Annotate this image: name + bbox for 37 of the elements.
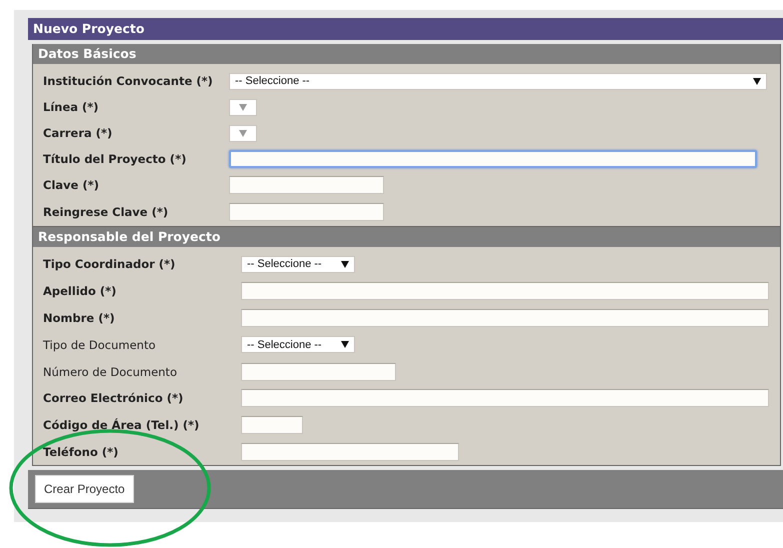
section-title: Datos Básicos — [33, 44, 780, 64]
text-field[interactable] — [241, 442, 459, 461]
dropdown[interactable]: -- Seleccione -- — [241, 336, 355, 354]
text-field[interactable] — [241, 282, 769, 300]
field-label: Institución Convocante (*) — [43, 74, 214, 88]
caret-icon — [239, 130, 247, 136]
field-label: Tipo de Documento — [43, 338, 157, 352]
field-label: Título del Proyecto (*) — [43, 152, 188, 166]
dropdown[interactable]: -- Seleccione -- — [241, 256, 355, 273]
caret-icon — [341, 260, 349, 268]
field-label: Número de Documento — [43, 364, 178, 379]
caret-icon — [239, 104, 247, 110]
dropdown[interactable] — [229, 124, 257, 142]
panel-title: Nuevo Proyecto — [28, 18, 783, 40]
text-field[interactable] — [241, 389, 769, 408]
field-label: Reingrese Clave (*) — [43, 205, 170, 219]
section-title: Responsable del Proyecto — [33, 227, 780, 247]
field-label: Apellido (*) — [43, 284, 118, 298]
field-label: Nombre (*) — [43, 310, 116, 325]
caret-icon — [341, 341, 349, 348]
text-field[interactable] — [241, 308, 769, 327]
text-field[interactable] — [229, 150, 757, 168]
field-label: Correo Electrónico (*) — [43, 391, 184, 406]
field-label: Tipo Coordinador (*) — [43, 257, 176, 272]
text-field[interactable] — [241, 362, 396, 381]
text-field[interactable] — [229, 203, 384, 221]
dropdown[interactable] — [229, 98, 257, 116]
caret-icon — [753, 78, 761, 84]
field-label: Código de Área (Tel.) (*) — [43, 418, 200, 432]
text-field[interactable] — [241, 416, 303, 434]
field-label: Teléfono (*) — [43, 444, 120, 459]
field-label: Línea (*) — [43, 100, 100, 114]
field-label: Clave (*) — [43, 178, 100, 192]
text-field[interactable] — [229, 176, 384, 194]
dropdown[interactable]: -- Seleccione -- — [229, 72, 767, 90]
create-project-button[interactable]: Crear Proyecto — [35, 475, 134, 504]
field-label: Carrera (*) — [43, 126, 114, 140]
